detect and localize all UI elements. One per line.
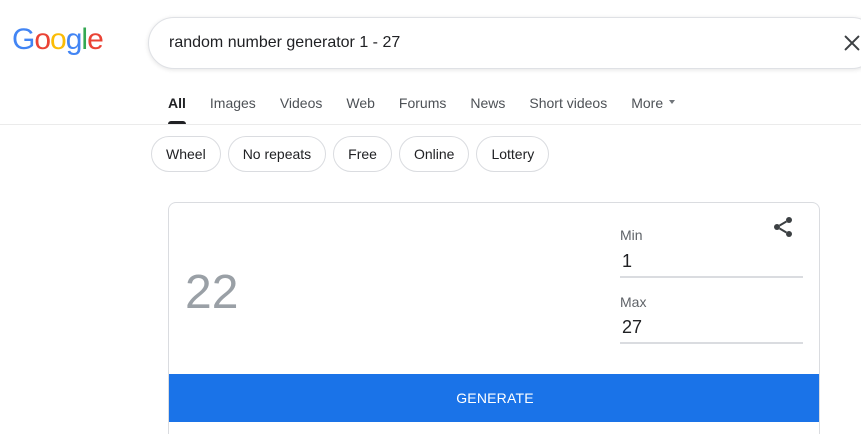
- refinement-chips: Wheel No repeats Free Online Lottery: [151, 136, 556, 172]
- logo-letter: e: [87, 23, 104, 56]
- google-logo[interactable]: Google: [12, 23, 104, 56]
- chip-online[interactable]: Online: [398, 136, 470, 172]
- search-input[interactable]: [169, 18, 809, 68]
- tab-videos[interactable]: Videos: [280, 90, 323, 124]
- search-tabs: All Images Videos Web Forums News Short …: [168, 90, 699, 124]
- close-icon[interactable]: [841, 32, 861, 54]
- tab-more[interactable]: More: [631, 90, 676, 124]
- logo-letter: o: [34, 23, 51, 56]
- tabs-divider: [0, 124, 861, 125]
- min-input[interactable]: [620, 246, 803, 278]
- random-number-generator-card: 22 Min Max GENERATE: [168, 202, 820, 434]
- chip-free[interactable]: Free: [333, 136, 392, 172]
- caret-down-icon: [669, 100, 676, 105]
- tab-more-label: More: [631, 95, 664, 111]
- chip-lottery[interactable]: Lottery: [476, 136, 550, 172]
- logo-letter: o: [50, 23, 67, 56]
- max-input[interactable]: [620, 312, 803, 344]
- tab-short-videos[interactable]: Short videos: [529, 90, 607, 124]
- logo-letter: G: [12, 23, 35, 56]
- logo-letter: g: [65, 23, 83, 56]
- tab-images[interactable]: Images: [210, 90, 256, 124]
- generate-button[interactable]: GENERATE: [169, 374, 819, 422]
- max-label: Max: [620, 294, 647, 310]
- generated-number: 22: [185, 266, 239, 319]
- tab-all[interactable]: All: [168, 90, 186, 124]
- tab-news[interactable]: News: [470, 90, 505, 124]
- share-icon[interactable]: [771, 215, 795, 239]
- chip-wheel[interactable]: Wheel: [151, 136, 221, 172]
- search-box: [148, 17, 861, 69]
- tab-web[interactable]: Web: [346, 90, 375, 124]
- tab-forums[interactable]: Forums: [399, 90, 446, 124]
- chip-no-repeats[interactable]: No repeats: [227, 136, 327, 172]
- min-label: Min: [620, 227, 643, 243]
